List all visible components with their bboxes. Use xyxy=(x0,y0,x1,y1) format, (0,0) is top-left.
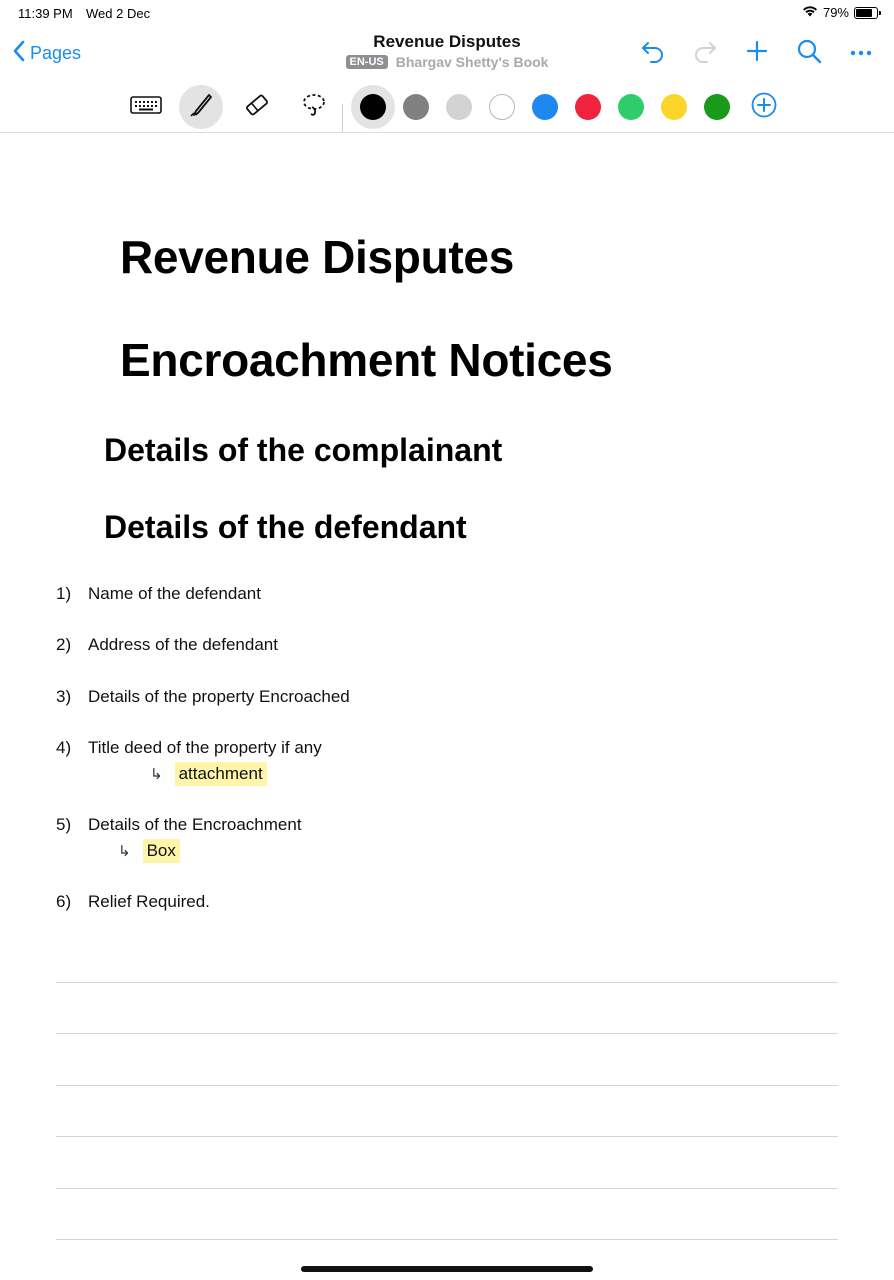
swatch-fill xyxy=(575,94,601,120)
eraser-tool-button[interactable] xyxy=(235,85,279,129)
swatch-fill xyxy=(704,94,730,120)
document-heading-2: Encroachment Notices xyxy=(120,334,613,386)
swatch-fill xyxy=(618,94,644,120)
color-swatch-white[interactable] xyxy=(480,85,524,129)
section-heading-defendant: Details of the defendant xyxy=(104,509,467,545)
color-swatch-blue[interactable] xyxy=(523,85,567,129)
highlighted-link-attachment[interactable]: attachment xyxy=(174,762,267,786)
list-item-text: Relief Required. xyxy=(88,892,210,911)
nav-bar: Pages Revenue Disputes EN-US Bhargav She… xyxy=(0,26,894,80)
plus-icon xyxy=(745,39,769,68)
status-bar: 11:39 PM Wed 2 Dec 79% xyxy=(0,0,894,26)
color-swatch-light-gray[interactable] xyxy=(437,85,481,129)
color-swatch-yellow[interactable] xyxy=(652,85,696,129)
redo-button[interactable] xyxy=(690,38,720,68)
notebook-subtitle: EN-US Bhargav Shetty's Book xyxy=(345,54,549,70)
list-item-text: Details of the property Encroached xyxy=(88,687,350,706)
list-item-text: Title deed of the property if any xyxy=(88,738,322,757)
list-item: 1) Name of the defendant xyxy=(56,584,261,604)
lasso-tool-button[interactable] xyxy=(292,85,336,129)
ruled-line xyxy=(56,1188,838,1189)
ruled-line xyxy=(56,982,838,983)
add-page-button[interactable] xyxy=(742,38,772,68)
list-item-number: 4) xyxy=(56,738,72,757)
wifi-icon xyxy=(802,5,818,20)
swatch-fill xyxy=(446,94,472,120)
list-item: 4) Title deed of the property if any xyxy=(56,738,322,758)
eraser-icon xyxy=(243,91,271,124)
drawing-toolbar xyxy=(0,82,894,132)
list-item: 5) Details of the Encroachment xyxy=(56,815,302,835)
lasso-icon xyxy=(300,91,328,124)
return-arrow-icon: ↳ xyxy=(118,842,131,860)
sub-item: ↳ Box xyxy=(118,839,180,863)
return-arrow-icon: ↳ xyxy=(150,765,163,783)
color-swatch-green[interactable] xyxy=(609,85,653,129)
home-indicator[interactable] xyxy=(301,1266,593,1272)
language-badge: EN-US xyxy=(345,55,388,69)
undo-button[interactable] xyxy=(638,38,668,68)
list-item-text: Details of the Encroachment xyxy=(88,815,302,834)
list-item-text: Name of the defendant xyxy=(88,584,261,603)
pen-icon xyxy=(187,91,215,124)
plus-circle-icon xyxy=(751,92,777,123)
swatch-fill xyxy=(661,94,687,120)
ruled-line xyxy=(56,1033,838,1034)
highlighted-link-box[interactable]: Box xyxy=(142,839,180,863)
sub-item: ↳ attachment xyxy=(150,762,267,786)
search-icon xyxy=(796,38,822,69)
list-item: 6) Relief Required. xyxy=(56,892,210,912)
swatch-fill xyxy=(360,94,386,120)
color-swatch-red[interactable] xyxy=(566,85,610,129)
list-item-number: 1) xyxy=(56,584,72,603)
list-item: 3) Details of the property Encroached xyxy=(56,687,350,707)
swatch-fill xyxy=(489,94,515,120)
list-item-number: 6) xyxy=(56,892,72,911)
list-item-number: 5) xyxy=(56,815,72,834)
search-button[interactable] xyxy=(794,38,824,68)
keyboard-icon xyxy=(130,95,162,120)
status-time: 11:39 PM xyxy=(18,6,73,21)
section-heading-complainant: Details of the complainant xyxy=(104,432,503,468)
pen-tool-button[interactable] xyxy=(179,85,223,129)
list-item-text: Address of the defendant xyxy=(88,635,278,654)
color-swatch-black[interactable] xyxy=(351,85,395,129)
ruled-line xyxy=(56,1239,838,1240)
list-item-number: 2) xyxy=(56,635,72,654)
swatch-fill xyxy=(403,94,429,120)
nav-actions xyxy=(638,38,876,68)
undo-icon xyxy=(640,39,666,68)
back-label: Pages xyxy=(30,43,82,63)
toolbar-divider xyxy=(342,104,343,132)
battery-icon xyxy=(854,6,881,19)
battery-fill xyxy=(856,8,872,17)
redo-icon xyxy=(692,39,718,68)
pages-back-button[interactable]: Pages xyxy=(12,40,81,67)
more-button[interactable] xyxy=(846,38,876,68)
keyboard-tool-button[interactable] xyxy=(124,85,168,129)
battery-percent: 79% xyxy=(822,5,849,20)
color-swatch-dark-green[interactable] xyxy=(695,85,739,129)
ruled-line xyxy=(56,1085,838,1086)
toolbar-bottom-border xyxy=(0,132,894,133)
status-right: 79% xyxy=(802,5,881,20)
list-item-number: 3) xyxy=(56,687,72,706)
color-swatch-gray[interactable] xyxy=(394,85,438,129)
more-icon xyxy=(849,44,873,62)
chevron-left-icon xyxy=(12,40,26,67)
status-date: Wed 2 Dec xyxy=(86,6,151,21)
add-color-button[interactable] xyxy=(742,85,786,129)
swatch-fill xyxy=(532,94,558,120)
document-heading-1: Revenue Disputes xyxy=(120,231,514,283)
ruled-line xyxy=(56,1136,838,1137)
notebook-name: Bhargav Shetty's Book xyxy=(395,54,549,70)
list-item: 2) Address of the defendant xyxy=(56,635,278,655)
